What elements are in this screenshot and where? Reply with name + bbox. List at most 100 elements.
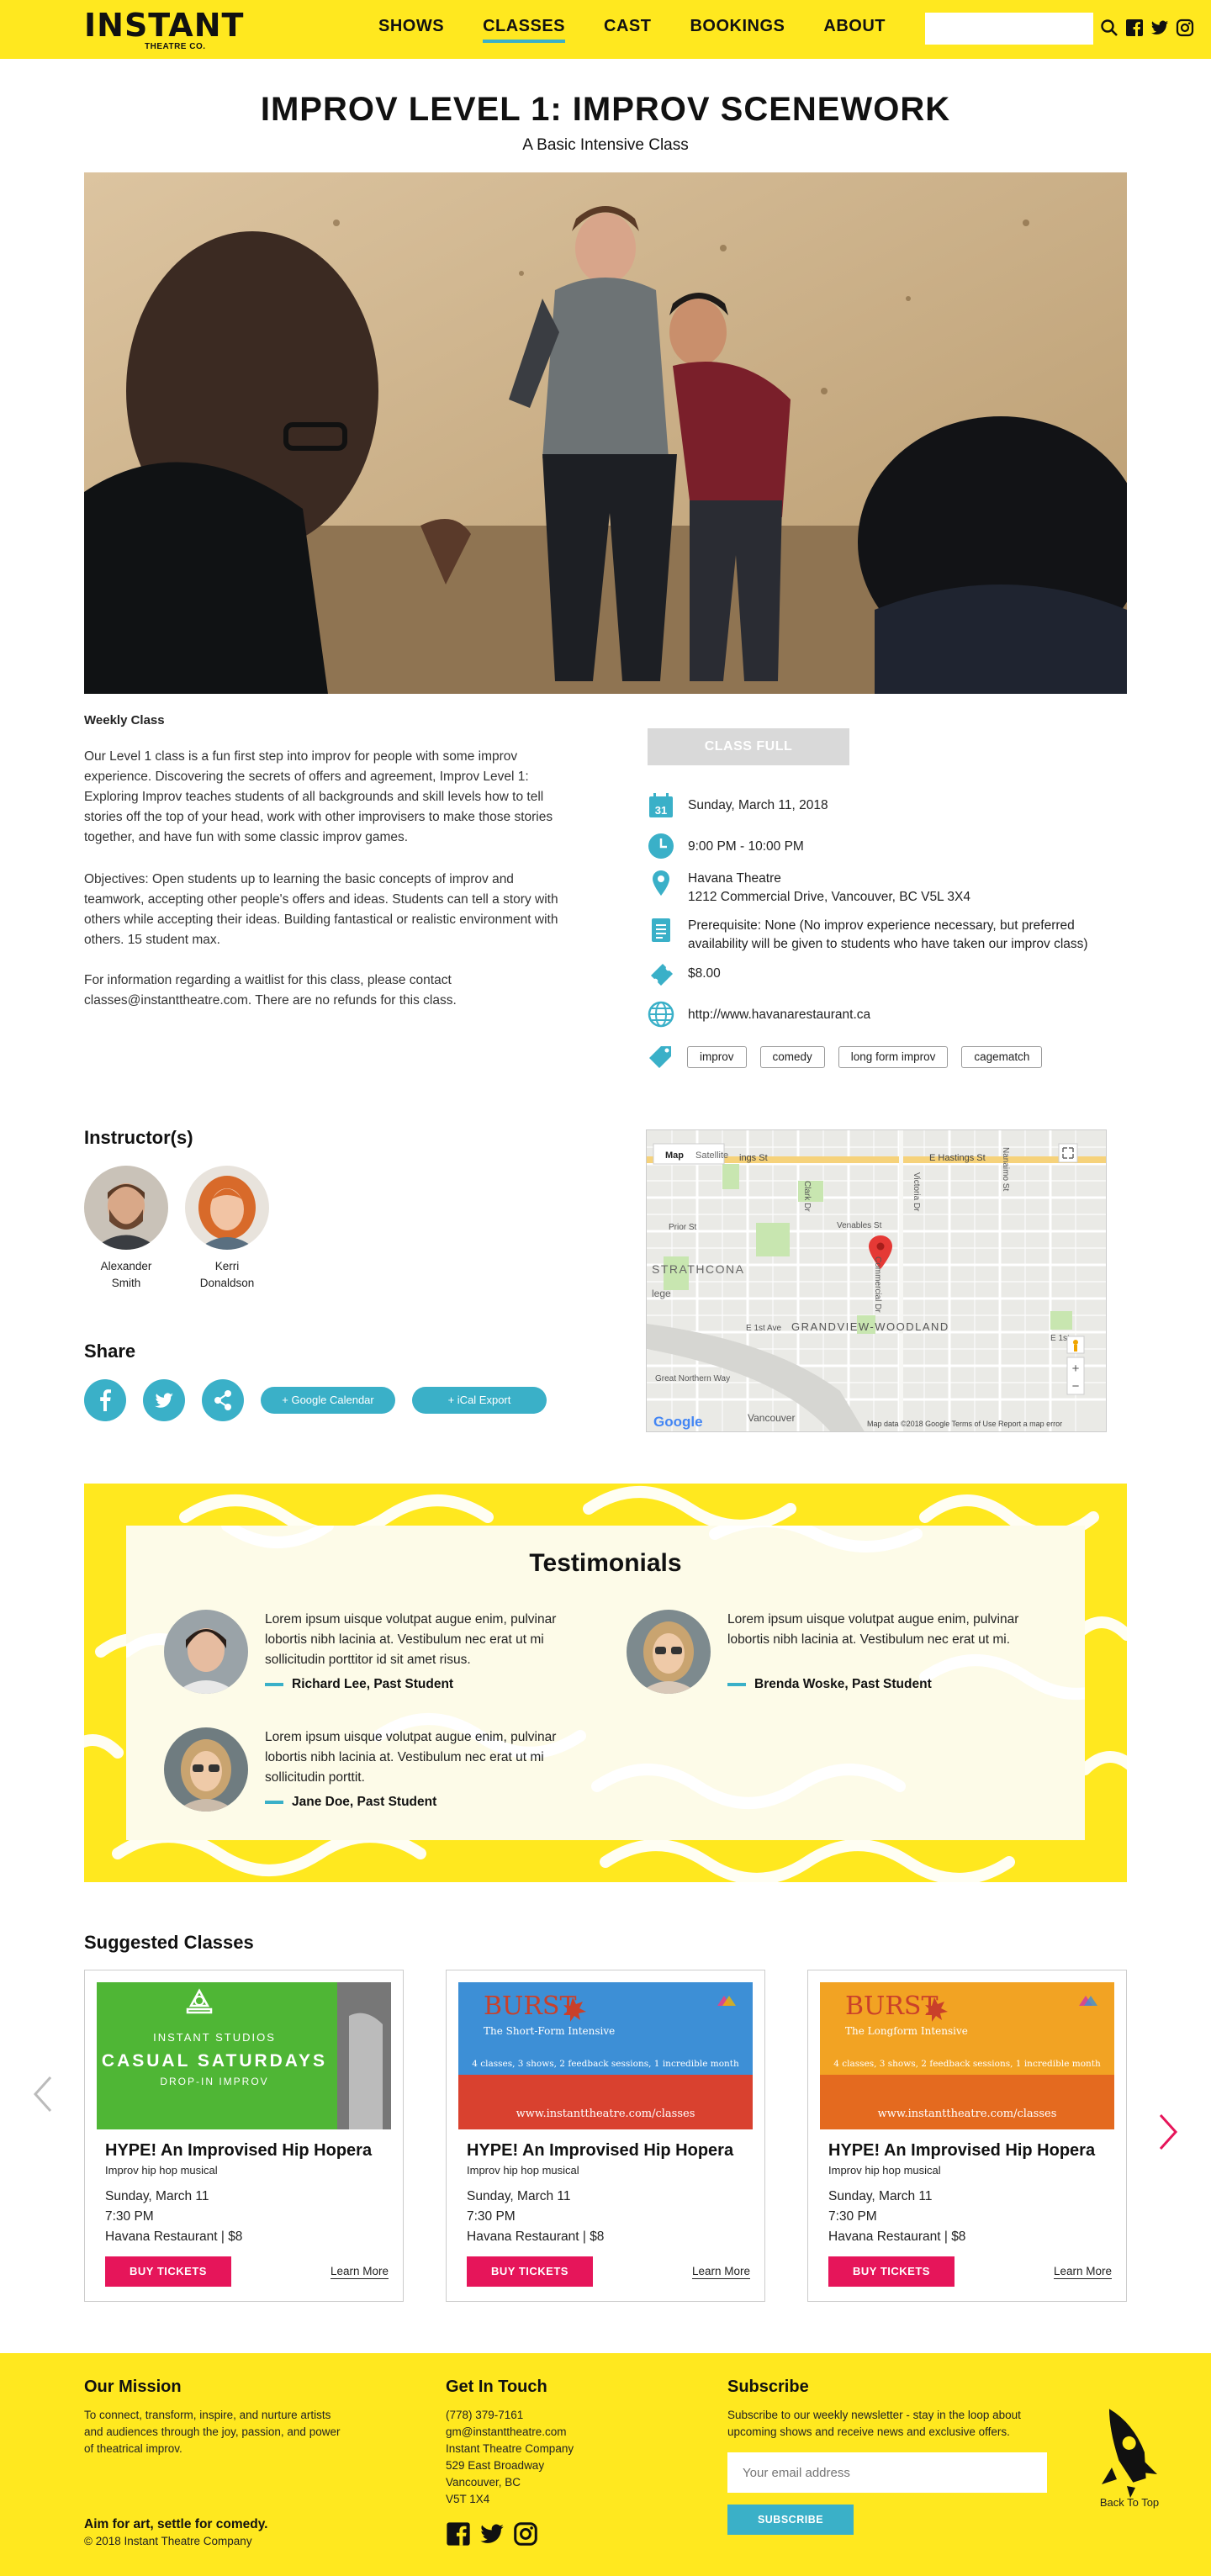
contact-company: Instant Theatre Company (446, 2442, 574, 2455)
facebook-icon[interactable] (1125, 19, 1144, 37)
class-objectives: Objectives: Open students up to learning… (84, 872, 558, 947)
website-row: http://www.havanarestaurant.ca (648, 1001, 870, 1028)
tag-cagematch[interactable]: cagematch (961, 1046, 1043, 1068)
share-generic-button[interactable] (202, 1379, 244, 1421)
svg-text:The Longform Intensive: The Longform Intensive (845, 2025, 968, 2037)
svg-text:www.instanttheatre.com/classes: www.instanttheatre.com/classes (516, 2108, 695, 2120)
class-description: Our Level 1 class is a fun first step in… (84, 749, 553, 844)
suggested-class-card[interactable]: BURST The Short-Form Intensive 4 classes… (446, 1970, 765, 2302)
nav-about[interactable]: ABOUT (823, 17, 886, 43)
svg-text:ings St: ings St (739, 1153, 768, 1163)
back-to-top-link[interactable]: Back To Top (1090, 2402, 1166, 2511)
instructor-avatar[interactable] (185, 1166, 269, 1250)
learn-more-link[interactable]: Learn More (692, 2265, 751, 2279)
nav-classes[interactable]: CLASSES (483, 17, 566, 43)
suggested-class-card[interactable]: INSTANT STUDIOS CASUAL SATURDAYS DROP-IN… (84, 1970, 404, 2302)
tag-improv[interactable]: improv (687, 1046, 747, 1068)
svg-text:31: 31 (655, 804, 667, 817)
globe-icon (648, 1001, 674, 1028)
page-subtitle: A Basic Intensive Class (522, 136, 689, 154)
class-subtitle: Improv hip hop musical (467, 2164, 579, 2177)
venue-address: 1212 Commercial Drive, Vancouver, BC V5L… (688, 890, 970, 904)
nav-cast[interactable]: CAST (604, 17, 651, 43)
subscribe-text: Subscribe to our weekly newsletter - sta… (727, 2409, 1021, 2438)
twitter-icon[interactable] (479, 2521, 505, 2551)
class-time: 7:30 PM (105, 2209, 154, 2224)
subscribe-button[interactable]: SUBSCRIBE (727, 2505, 854, 2535)
subscribe-heading: Subscribe (727, 2378, 809, 2396)
buy-tickets-button[interactable]: BUY TICKETS (828, 2256, 955, 2287)
svg-text:+: + (1072, 1362, 1080, 1376)
class-poster: INSTANT STUDIOS CASUAL SATURDAYS DROP-IN… (97, 1982, 391, 2129)
svg-text:www.instanttheatre.com/classes: www.instanttheatre.com/classes (878, 2108, 1057, 2120)
class-date: Sunday, March 11, 2018 (688, 798, 828, 812)
svg-text:Great Northern Way: Great Northern Way (655, 1374, 730, 1383)
logo-wordmark: INSTANT (84, 7, 245, 44)
svg-text:Map data ©2018 Google Terms: Map data ©2018 Google Terms of Use Repor… (867, 1420, 1062, 1428)
class-poster: BURST The Longform Intensive 4 classes, … (820, 1982, 1114, 2129)
buy-tickets-button[interactable]: BUY TICKETS (105, 2256, 231, 2287)
newsletter-email-input[interactable] (727, 2452, 1047, 2493)
ical-export-button[interactable]: + iCal Export (412, 1387, 547, 1414)
mission-heading: Our Mission (84, 2378, 182, 2396)
share-twitter-button[interactable] (143, 1379, 185, 1421)
instagram-icon[interactable] (1176, 19, 1194, 37)
price-row: $8.00 (648, 960, 721, 987)
carousel-prev-arrow[interactable] (30, 2069, 56, 2119)
contact-phone[interactable]: (778) 379-7161 (446, 2407, 523, 2424)
date-row: 31 Sunday, March 11, 2018 (648, 792, 828, 819)
share-facebook-button[interactable] (84, 1379, 126, 1421)
svg-text:Map: Map (665, 1150, 684, 1161)
svg-text:BURST: BURST (484, 1992, 576, 2021)
learn-more-link[interactable]: Learn More (1054, 2265, 1113, 2279)
search-input[interactable] (925, 13, 1093, 45)
venue-website-link[interactable]: http://www.havanarestaurant.ca (688, 1001, 870, 1024)
footer-copyright: © 2018 Instant Theatre Company (84, 2535, 252, 2547)
logo-subtitle: THEATRE CO. (145, 42, 206, 51)
class-waitlist-info: For information regarding a waitlist for… (84, 973, 457, 1008)
class-full-button[interactable]: CLASS FULL (648, 728, 849, 765)
location-row: Havana Theatre 1212 Commercial Drive, Van… (648, 870, 970, 907)
site-logo[interactable]: INSTANT THEATRE CO. (84, 7, 245, 52)
contact-email[interactable]: gm@instanttheatre.com (446, 2424, 567, 2441)
svg-text:Satellite: Satellite (695, 1150, 728, 1161)
class-venue-price: Havana Restaurant | $8 (105, 2230, 243, 2244)
search-icon[interactable] (1100, 19, 1118, 37)
nav-shows[interactable]: SHOWS (378, 17, 444, 43)
add-to-google-calendar-button[interactable]: + Google Calendar (261, 1387, 395, 1414)
class-title[interactable]: HYPE! An Improvised Hip Hopera (467, 2141, 733, 2161)
class-price: $8.00 (688, 966, 721, 981)
instagram-icon[interactable] (513, 2521, 538, 2551)
tag-comedy[interactable]: comedy (759, 1046, 825, 1068)
testimonial-avatar (164, 1610, 248, 1694)
instructor-first-name: Kerri (214, 1260, 240, 1272)
instructor-name[interactable]: Kerri Donaldson (185, 1258, 269, 1292)
instructor-name[interactable]: Alexander Smith (84, 1258, 168, 1292)
venue-map[interactable]: Map Satellite E Hastings St ings St Vena… (646, 1129, 1107, 1432)
venue-name: Havana Theatre (688, 871, 781, 886)
testimonial-avatar (627, 1610, 711, 1694)
contact-city: Vancouver, BC (446, 2476, 521, 2489)
testimonial-quote: Lorem ipsum uisque volutpat augue enim, … (265, 1612, 557, 1667)
facebook-icon[interactable] (446, 2521, 471, 2551)
learn-more-link[interactable]: Learn More (331, 2265, 389, 2279)
tag-long-form-improv[interactable]: long form improv (838, 1046, 949, 1068)
carousel-next-arrow[interactable] (1155, 2111, 1181, 2153)
suggested-class-card[interactable]: BURST The Longform Intensive 4 classes, … (807, 1970, 1127, 2302)
twitter-icon[interactable] (1150, 19, 1169, 37)
contact-street: 529 East Broadway (446, 2459, 545, 2472)
svg-text:Google: Google (653, 1414, 703, 1430)
buy-tickets-button[interactable]: BUY TICKETS (467, 2256, 593, 2287)
nav-bookings[interactable]: BOOKINGS (690, 17, 785, 43)
testimonial-quote: Lorem ipsum uisque volutpat augue enim, … (727, 1612, 1019, 1647)
testimonial-avatar (164, 1727, 248, 1812)
class-title[interactable]: HYPE! An Improvised Hip Hopera (828, 2141, 1095, 2161)
svg-text:−: − (1072, 1379, 1080, 1394)
svg-text:4 classes, 3 shows, 2 feedback: 4 classes, 3 shows, 2 feedback sessions,… (833, 2059, 1101, 2069)
instructor-first-name: Alexander (100, 1260, 152, 1272)
svg-text:Vancouver: Vancouver (748, 1412, 795, 1424)
testimonial-author: Brenda Woske, Past Student (727, 1677, 932, 1692)
svg-text:The Short-Form Intensive: The Short-Form Intensive (484, 2025, 615, 2037)
instructor-avatar[interactable] (84, 1166, 168, 1250)
class-title[interactable]: HYPE! An Improvised Hip Hopera (105, 2141, 372, 2161)
